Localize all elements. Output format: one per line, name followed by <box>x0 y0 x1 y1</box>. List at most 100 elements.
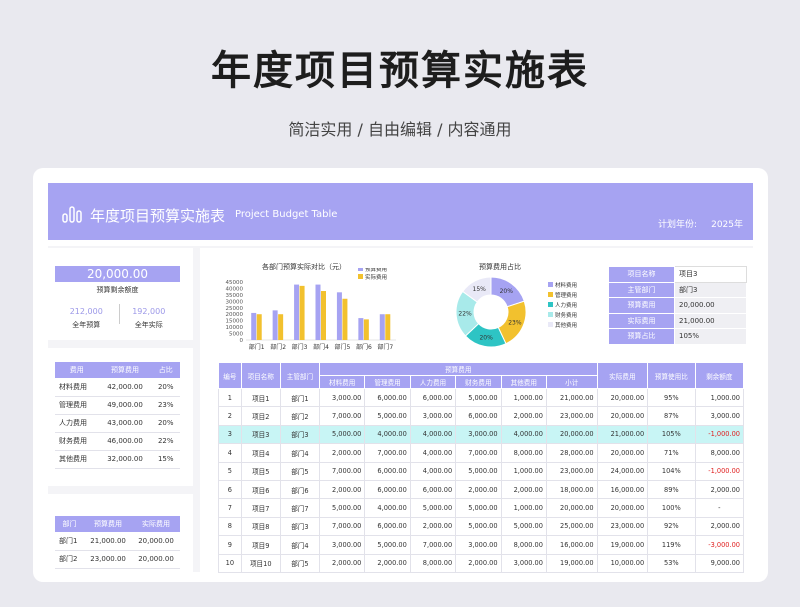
bar-budget[interactable] <box>294 284 300 340</box>
dept-table-cell: 部门2 <box>55 550 85 569</box>
table-row[interactable]: 10 项目10 部门5 2,000.00 2,000.00 8,000.00 2,000.0… <box>218 553 745 573</box>
table-cell: 6,000.00 <box>364 479 411 500</box>
table-row[interactable]: 4 项目4 部门4 2,000.00 7,000.00 4,000.00 7,000.00 8… <box>218 443 745 463</box>
x-tick-label: 部门1 <box>249 343 265 351</box>
table-row[interactable]: 其他费用 32,000.00 15% <box>55 450 180 469</box>
bar-actual[interactable] <box>342 298 348 340</box>
table-cell: 2,000.00 <box>364 553 411 573</box>
table-cell: 10,000.00 <box>596 553 649 573</box>
table-cell: 20,000.00 <box>596 498 649 518</box>
y-tick-label: 15000 <box>226 319 244 325</box>
bar-budget[interactable] <box>251 312 257 340</box>
y-tick-label: 10000 <box>226 325 244 331</box>
annual-actual-label: 全年实际 <box>134 321 163 329</box>
table-cell: 5,000.00 <box>318 498 366 518</box>
table-row[interactable]: 财务费用 46,000.00 22% <box>55 432 180 451</box>
info-key: 项目名称 <box>608 266 675 283</box>
bar-actual[interactable] <box>256 314 262 340</box>
table-row[interactable]: 8 项目8 部门3 7,000.00 6,000.00 2,000.00 5,000.00 5… <box>218 516 745 537</box>
info-key: 主管部门 <box>608 281 675 298</box>
bar-budget[interactable] <box>315 284 321 340</box>
bar-actual[interactable] <box>278 314 284 340</box>
dept-table-cell: 21,000.00 <box>84 532 133 551</box>
table-cell: 3,000.00 <box>455 424 502 445</box>
table-row[interactable]: 管理费用 49,000.00 23% <box>55 396 180 415</box>
expense-table-cell: 46,000.00 <box>98 432 152 451</box>
table-cell: 7,000.00 <box>364 443 411 463</box>
info-row: 预算费用 20,000.00 <box>608 297 747 314</box>
bar-budget[interactable] <box>379 314 385 340</box>
bar-actual[interactable] <box>299 285 305 340</box>
expense-table-cell: 财务费用 <box>55 432 99 451</box>
table-row[interactable]: 人力费用 43,000.00 20% <box>55 414 180 433</box>
table-cell: 100% <box>647 498 696 518</box>
table-cell: 95% <box>647 387 696 408</box>
expense-table-cell: 49,000.00 <box>98 396 152 415</box>
table-cell: 部门3 <box>279 516 321 537</box>
expense-table-cell: 人力费用 <box>55 414 99 433</box>
dept-table-cell: 20,000.00 <box>132 532 180 551</box>
table-row[interactable]: 3 项目3 部门3 5,000.00 4,000.00 4,000.00 3,000.00 4… <box>218 424 745 445</box>
expense-table-header: 占比 <box>151 362 180 378</box>
expense-table: 费用 预算费用 占比 材料费用 42,000.00 20% 管理费用 49,000.00 23%… <box>55 362 180 469</box>
column-header-group: 预算费用 <box>319 362 598 376</box>
table-cell: 部门4 <box>279 443 321 463</box>
legend-swatch <box>548 312 553 317</box>
bar-budget[interactable] <box>272 310 278 340</box>
bar-budget[interactable] <box>358 318 364 340</box>
info-key: 实际费用 <box>608 312 675 329</box>
expense-table-cell: 43,000.00 <box>98 414 152 433</box>
table-cell: 部门5 <box>279 461 321 481</box>
table-cell: 5,000.00 <box>500 516 547 537</box>
table-cell: 5,000.00 <box>455 461 502 481</box>
table-row[interactable]: 1 项目1 部门1 3,000.00 6,000.00 6,000.00 5,000.00 1… <box>218 387 745 408</box>
table-row[interactable]: 2 项目2 部门2 7,000.00 5,000.00 3,000.00 6,000.00 2… <box>218 406 745 426</box>
table-cell: 23,000.00 <box>545 406 598 426</box>
table-row[interactable]: 6 项目6 部门6 2,000.00 6,000.00 6,000.00 2,000.00 2… <box>218 479 745 500</box>
table-row[interactable]: 5 项目5 部门5 7,000.00 6,000.00 4,000.00 5,000.00 1… <box>218 461 745 481</box>
banner-title: 年度项目预算实施表 <box>90 207 226 225</box>
table-row[interactable]: 部门2 23,000.00 20,000.00 <box>55 550 180 569</box>
legend-label: 实际费用 <box>365 273 387 281</box>
table-cell: 7,000.00 <box>455 443 502 463</box>
table-cell: 2,000.00 <box>500 406 547 426</box>
table-cell: 104% <box>647 461 696 481</box>
table-cell: 2,000.00 <box>318 479 366 500</box>
column-header: 项目名称 <box>240 362 281 389</box>
banner-subtitle: Project Budget Table <box>235 209 338 220</box>
bar-actual[interactable] <box>363 319 369 340</box>
expense-table-cell: 23% <box>151 396 180 415</box>
hero-subtitle: 简洁实用 / 自由编辑 / 内容通用 <box>288 120 512 139</box>
table-cell: -3,000.00 <box>694 535 745 555</box>
table-cell: 16,000.00 <box>596 479 649 500</box>
annual-budget-value: 212,000 <box>69 307 103 316</box>
bar-chart-icon <box>62 206 82 223</box>
remaining-value: 20,000.00 <box>55 266 180 282</box>
column-subheader: 其他费用 <box>500 375 547 389</box>
table-cell: 19,000.00 <box>545 553 598 573</box>
table-cell: 5 <box>218 461 242 481</box>
info-row: 实际费用 21,000.00 <box>608 312 747 329</box>
column-subheader: 小计 <box>545 375 598 389</box>
plan-label: 计划年份: <box>658 220 698 230</box>
expense-table-cell: 42,000.00 <box>98 378 152 397</box>
table-cell: 2,000.00 <box>694 479 745 500</box>
bar-budget[interactable] <box>336 292 342 340</box>
table-row[interactable]: 9 项目9 部门4 3,000.00 5,000.00 7,000.00 3,000.00 8… <box>218 535 745 555</box>
table-row[interactable]: 材料费用 42,000.00 20% <box>55 378 180 397</box>
bar-actual[interactable] <box>385 314 391 340</box>
project-select[interactable]: 项目3 <box>674 266 747 283</box>
table-cell: 21,000.00 <box>545 387 598 408</box>
table-row[interactable]: 部门1 21,000.00 20,000.00 <box>55 532 180 551</box>
table-cell: 23,000.00 <box>596 516 649 537</box>
dept-table-header: 预算费用 <box>84 516 133 532</box>
table-cell: 5,000.00 <box>364 406 411 426</box>
table-cell: 1,000.00 <box>500 387 547 408</box>
table-row[interactable]: 7 项目7 部门7 5,000.00 4,000.00 5,000.00 5,000.00 1… <box>218 498 745 518</box>
table-cell: 6,000.00 <box>455 406 502 426</box>
table-cell: 项目2 <box>240 406 281 426</box>
column-header: 预算使用比 <box>647 362 696 389</box>
table-cell: 项目5 <box>240 461 281 481</box>
bar-actual[interactable] <box>321 291 326 340</box>
table-cell: 1 <box>218 387 242 408</box>
